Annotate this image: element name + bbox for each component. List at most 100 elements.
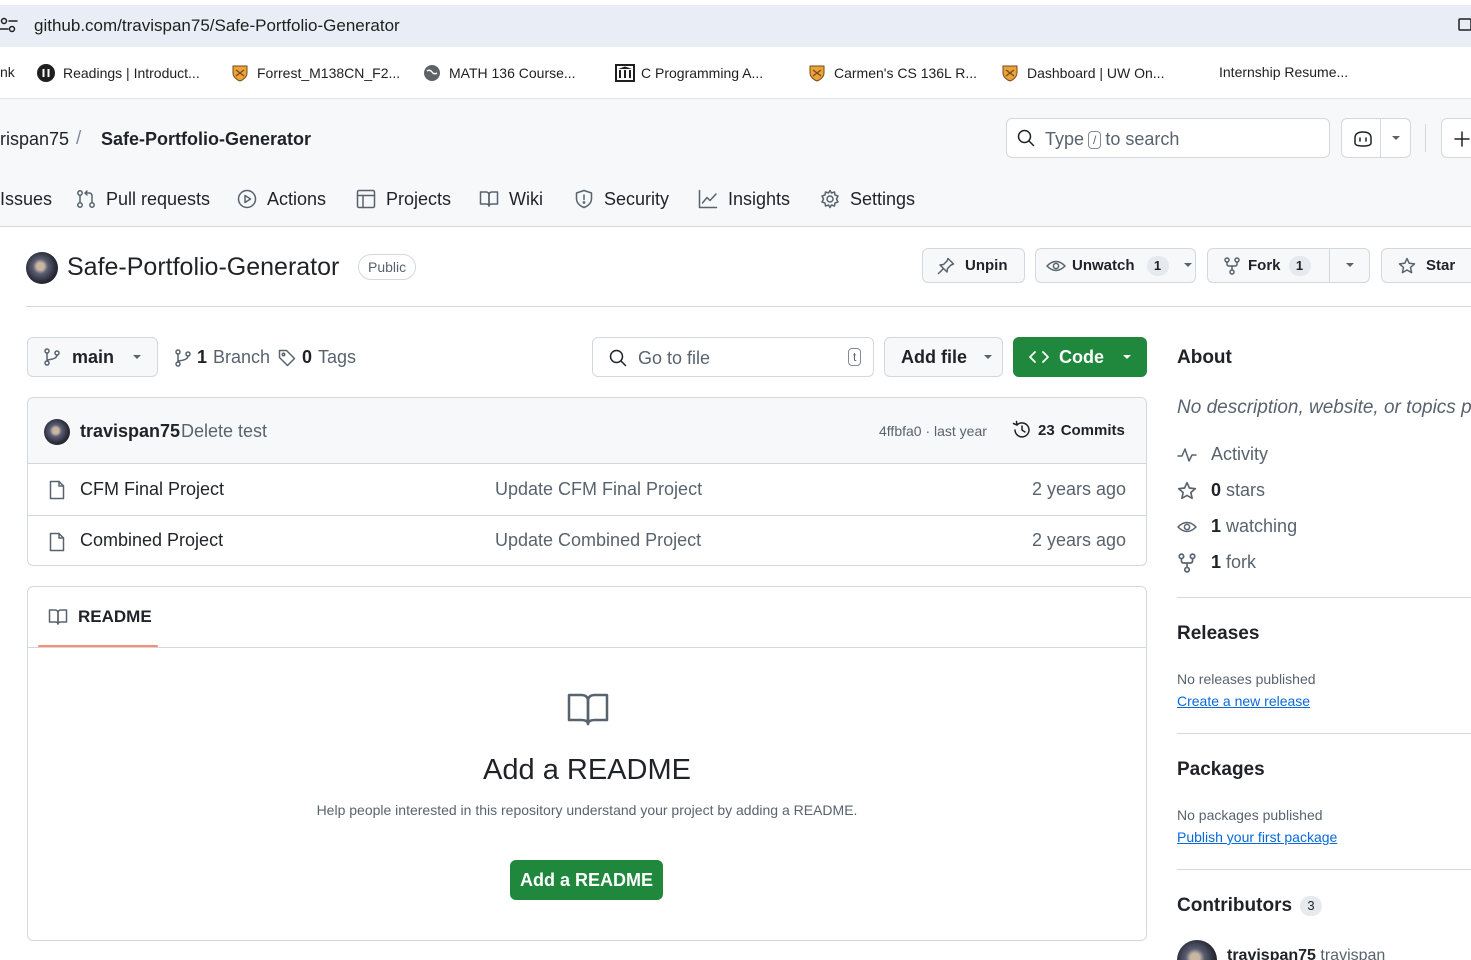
breadcrumb-repo[interactable]: Safe-Portfolio-Generator	[101, 129, 311, 150]
file-name[interactable]: Combined Project	[80, 530, 223, 551]
tab-projects[interactable]: Projects	[356, 186, 451, 212]
tags-link[interactable]: 0 Tags	[278, 347, 356, 368]
url-text[interactable]: github.com/travispan75/Safe-Portfolio-Ge…	[34, 16, 400, 36]
add-file-button[interactable]: Add file	[884, 337, 1003, 377]
bookmark-item[interactable]: Readings | Introduct...	[37, 64, 200, 82]
tab-insights[interactable]: Insights	[698, 186, 790, 212]
pull-request-icon	[76, 189, 96, 209]
book-icon	[479, 189, 499, 209]
commit-hash-time[interactable]: 4ffbfa0 · last year	[879, 423, 987, 439]
add-readme-button[interactable]: Add a README	[510, 860, 663, 900]
watching-count: 1	[1211, 516, 1222, 536]
file-commit-message[interactable]: Update Combined Project	[495, 530, 701, 551]
eye-icon	[1177, 519, 1197, 535]
tab-actions[interactable]: Actions	[237, 186, 326, 212]
avatar[interactable]	[44, 419, 70, 445]
chevron-down-icon	[1183, 262, 1193, 269]
file-table: travispan75 Delete test 4ffbfa0 · last y…	[27, 397, 1147, 566]
about-description: No description, website, or topics p	[1177, 397, 1471, 418]
divider	[1177, 597, 1471, 598]
bookmark-item[interactable]: C Programming A...	[615, 64, 763, 82]
search-shortcut-key: /	[1088, 130, 1102, 149]
branches-label: Branch	[213, 347, 271, 367]
bookmark-item[interactable]: MATH 136 Course...	[423, 64, 576, 82]
watch-count: 1	[1146, 255, 1169, 276]
tab-label: Insights	[728, 188, 791, 209]
commits-link[interactable]: 23 Commits	[1012, 420, 1125, 440]
contributor-name: travispan75	[1227, 947, 1316, 960]
go-to-file-placeholder: Go to file	[638, 348, 711, 368]
site-info-icon[interactable]	[0, 16, 18, 34]
tab-readme[interactable]: README	[48, 607, 152, 627]
unpin-button[interactable]: Unpin	[922, 248, 1025, 283]
unwatch-button[interactable]: Unwatch 1	[1035, 248, 1196, 283]
globe-icon	[423, 64, 441, 82]
contributor-entry[interactable]: travispan75 travispan	[1227, 947, 1385, 960]
tab-issues[interactable]: Issues	[0, 186, 52, 212]
table-row[interactable]: CFM Final Project Update CFM Final Proje…	[28, 464, 1146, 515]
breadcrumb-owner[interactable]: rispan75	[0, 129, 69, 150]
tags-label: Tags	[318, 347, 357, 367]
contributors-heading[interactable]: Contributors 3	[1177, 895, 1323, 917]
branches-count: 1	[197, 347, 208, 367]
file-commit-message[interactable]: Update CFM Final Project	[495, 479, 702, 500]
bookmark-item[interactable]: Forrest_M138CN_F2...	[231, 64, 400, 82]
tab-label: Wiki	[509, 188, 543, 209]
bookmark-label: C Programming A...	[641, 65, 764, 81]
contributors-count: 3	[1300, 896, 1323, 916]
branches-link[interactable]: 1 Branch	[175, 347, 270, 368]
bookmark-item[interactable]: nk	[0, 64, 15, 80]
publish-package-link[interactable]: Publish your first package	[1177, 829, 1337, 845]
packages-heading[interactable]: Packages	[1177, 759, 1265, 781]
fork-count: 1	[1288, 255, 1311, 276]
code-button[interactable]: Code	[1013, 337, 1147, 377]
tags-count: 0	[302, 347, 313, 367]
repo-title[interactable]: Safe-Portfolio-Generator	[67, 253, 339, 282]
tab-settings[interactable]: Settings	[820, 186, 915, 212]
stars-count: 0	[1211, 480, 1222, 500]
copilot-button[interactable]	[1341, 118, 1411, 158]
window-icon[interactable]	[1458, 18, 1471, 34]
stars-link[interactable]: 0 stars	[1177, 480, 1265, 501]
tab-wiki[interactable]: Wiki	[479, 186, 543, 212]
graph-icon	[698, 189, 718, 209]
star-icon	[1398, 257, 1416, 275]
contributors-label: Contributors	[1177, 895, 1293, 916]
no-releases-text: No releases published	[1177, 671, 1316, 687]
commit-message[interactable]: Delete test	[181, 421, 267, 442]
create-release-link[interactable]: Create a new release	[1177, 693, 1310, 709]
star-label: Star	[1426, 257, 1456, 274]
forks-link[interactable]: 1 fork	[1177, 552, 1256, 573]
star-button[interactable]: Star	[1381, 248, 1471, 283]
owner-avatar[interactable]	[26, 252, 58, 284]
go-to-file-input[interactable]: Go to file t	[592, 337, 874, 377]
bookmark-item[interactable]: Carmen's CS 136L R...	[808, 64, 977, 82]
visibility-badge: Public	[358, 254, 417, 280]
chevron-down-icon	[983, 354, 993, 361]
stars-label: stars	[1226, 480, 1266, 500]
tab-security[interactable]: Security	[574, 186, 669, 212]
chevron-down-icon	[1391, 135, 1401, 142]
contributor-handle: travispan	[1320, 947, 1386, 960]
commits-label: Commits	[1060, 421, 1125, 439]
branch-select-button[interactable]: main	[27, 337, 158, 377]
commit-author[interactable]: travispan75	[80, 421, 180, 442]
tab-pull-requests[interactable]: Pull requests	[76, 186, 210, 212]
bookmark-label: Carmen's CS 136L R...	[834, 65, 977, 81]
avatar[interactable]	[1177, 940, 1217, 960]
create-new-button[interactable]	[1441, 118, 1471, 158]
fork-button[interactable]: Fork 1	[1207, 248, 1370, 283]
bookmark-item[interactable]: Dashboard | UW On...	[1001, 64, 1164, 82]
add-file-label: Add file	[901, 346, 967, 367]
no-packages-text: No packages published	[1177, 807, 1323, 823]
search-icon	[609, 349, 627, 367]
tab-label: Settings	[850, 188, 916, 209]
bookmark-item[interactable]: Internship Resume...	[1219, 64, 1348, 80]
shield-crest-icon	[808, 64, 826, 82]
releases-heading[interactable]: Releases	[1177, 623, 1259, 645]
table-row[interactable]: Combined Project Update Combined Project…	[28, 515, 1146, 565]
file-name[interactable]: CFM Final Project	[80, 479, 224, 500]
tab-label: Projects	[386, 188, 452, 209]
activity-link[interactable]: Activity	[1177, 444, 1268, 465]
watching-link[interactable]: 1 watching	[1177, 516, 1297, 537]
